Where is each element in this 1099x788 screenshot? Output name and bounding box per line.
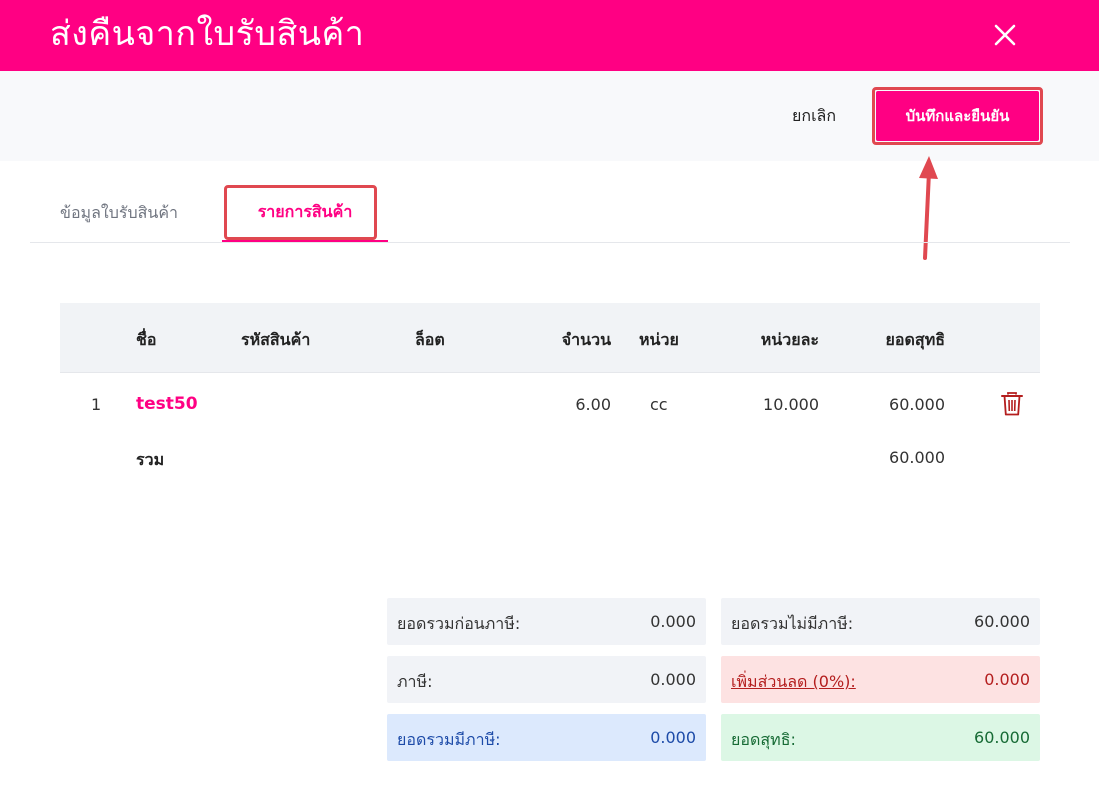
- summary-net: ยอดสุทธิ: 60.000: [721, 714, 1040, 761]
- tab-receipt-info[interactable]: ข้อมูลใบรับสินค้า: [60, 185, 178, 242]
- dialog-header: ส่งคืนจากใบรับสินค้า: [0, 0, 1099, 71]
- summary-pre-tax-value: 0.000: [650, 612, 696, 631]
- table-row: 1 test50 6.00 cc 10.000 60.000: [60, 373, 1040, 438]
- dialog-title: ส่งคืนจากใบรับสินค้า: [50, 14, 365, 54]
- total-value: 60.000: [889, 448, 945, 467]
- delete-row-button[interactable]: [1000, 391, 1024, 417]
- summary-pre-tax: ยอดรวมก่อนภาษี: 0.000: [387, 598, 706, 645]
- summary-no-tax-value: 60.000: [974, 612, 1030, 631]
- summary-net-label: ยอดสุทธิ:: [731, 730, 796, 749]
- col-net: ยอดสุทธิ: [885, 330, 945, 349]
- summary-no-tax: ยอดรวมไม่มีภาษี: 60.000: [721, 598, 1040, 645]
- col-qty: จำนวน: [561, 330, 611, 349]
- cancel-button[interactable]: ยกเลิก: [780, 101, 848, 131]
- product-unit-price: 10.000: [763, 395, 819, 414]
- save-and-confirm-button[interactable]: บันทึกและยืนยัน: [876, 91, 1039, 141]
- summary-net-value: 60.000: [974, 728, 1030, 747]
- summary-tax-label: ภาษี:: [397, 672, 433, 691]
- product-unit: cc: [650, 395, 668, 414]
- col-code: รหัสสินค้า: [241, 330, 311, 349]
- trash-icon: [1001, 392, 1023, 416]
- summary-tax-value: 0.000: [650, 670, 696, 689]
- close-button[interactable]: [988, 20, 1022, 50]
- col-lot: ล็อต: [415, 330, 445, 349]
- product-name-link[interactable]: test50: [136, 394, 198, 414]
- col-name: ชื่อ: [136, 330, 157, 349]
- action-toolbar: ยกเลิก บันทึกและยืนยัน: [0, 71, 1099, 161]
- summary-tax: ภาษี: 0.000: [387, 656, 706, 703]
- col-unit: หน่วย: [639, 330, 679, 349]
- tab-highlight: [224, 185, 377, 240]
- product-net: 60.000: [889, 395, 945, 414]
- summary-discount-value: 0.000: [984, 670, 1030, 689]
- total-label: รวม: [136, 450, 165, 469]
- close-icon: [994, 24, 1016, 46]
- add-discount-link[interactable]: เพิ่มส่วนลด (0%):: [731, 670, 856, 695]
- summary-discount: เพิ่มส่วนลด (0%): 0.000: [721, 656, 1040, 703]
- tab-bar: ข้อมูลใบรับสินค้า รายการสินค้า: [30, 185, 1070, 243]
- product-qty: 6.00: [575, 395, 611, 414]
- col-unit-price: หน่วยละ: [760, 330, 819, 349]
- summary-with-tax: ยอดรวมมีภาษี: 0.000: [387, 714, 706, 761]
- items-table: ชื่อ รหัสสินค้า ล็อต จำนวน หน่วย หน่วยละ…: [60, 303, 1040, 498]
- summary-pre-tax-label: ยอดรวมก่อนภาษี:: [397, 614, 521, 633]
- total-row: รวม 60.000: [60, 438, 1040, 498]
- table-header: ชื่อ รหัสสินค้า ล็อต จำนวน หน่วย หน่วยละ…: [60, 303, 1040, 373]
- summary-with-tax-value: 0.000: [650, 728, 696, 747]
- summary-with-tax-label: ยอดรวมมีภาษี:: [397, 730, 501, 749]
- summary-no-tax-label: ยอดรวมไม่มีภาษี:: [731, 614, 854, 633]
- row-index: 1: [91, 395, 102, 414]
